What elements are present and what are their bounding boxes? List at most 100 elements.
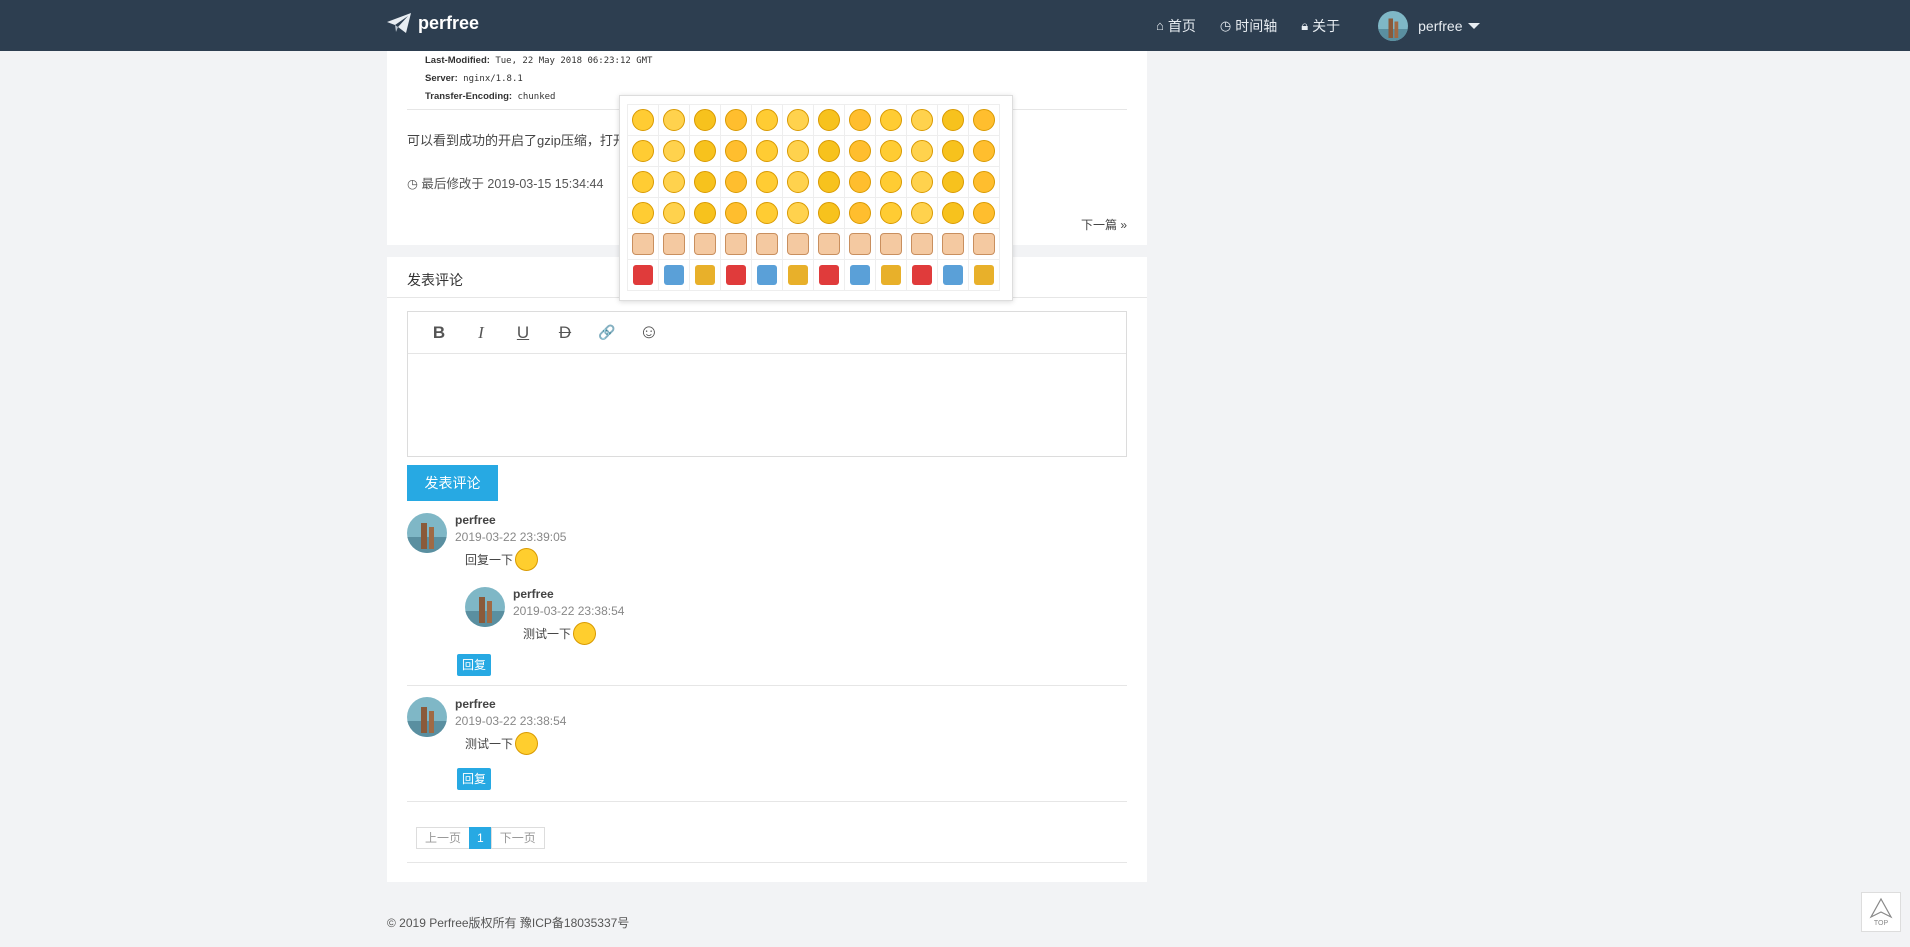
bold-button[interactable]: B [418, 323, 460, 343]
emoji-option[interactable] [659, 198, 690, 229]
emoji-option[interactable] [907, 229, 938, 260]
emoji-option[interactable] [876, 229, 907, 260]
emoji-option[interactable] [907, 167, 938, 198]
emoji-option[interactable] [690, 136, 721, 167]
strikethrough-button[interactable]: D [544, 323, 586, 343]
page-1-button[interactable]: 1 [469, 827, 492, 849]
emoji-option[interactable] [628, 105, 659, 136]
emoji-option[interactable] [907, 260, 938, 291]
emoji-option[interactable] [628, 260, 659, 291]
emoji-option[interactable] [969, 229, 1000, 260]
emoji-icon [912, 265, 932, 285]
underline-button[interactable]: U [502, 323, 544, 343]
emoji-button[interactable]: ☺ [628, 321, 670, 344]
nav-home[interactable]: ⌂ 首页 [1156, 16, 1196, 36]
emoji-option[interactable] [721, 229, 752, 260]
comment-author[interactable]: perfree [455, 513, 496, 527]
brand-logo[interactable]: perfree [386, 12, 479, 34]
emoji-option[interactable] [752, 136, 783, 167]
emoji-option[interactable] [876, 198, 907, 229]
emoji-option[interactable] [814, 198, 845, 229]
reply-button[interactable]: 回复 [457, 654, 491, 676]
emoji-option[interactable] [907, 105, 938, 136]
comment-author[interactable]: perfree [513, 587, 554, 601]
emoji-option[interactable] [659, 136, 690, 167]
emoji-option[interactable] [659, 105, 690, 136]
emoji-option[interactable] [845, 105, 876, 136]
emoji-option[interactable] [938, 229, 969, 260]
emoji-option[interactable] [752, 167, 783, 198]
emoji-option[interactable] [690, 260, 721, 291]
submit-comment-button[interactable]: 发表评论 [407, 465, 498, 501]
next-post-link[interactable]: 下一篇 » [1081, 216, 1127, 233]
emoji-option[interactable] [876, 105, 907, 136]
emoji-option[interactable] [938, 260, 969, 291]
emoji-option[interactable] [969, 198, 1000, 229]
emoji-option[interactable] [814, 260, 845, 291]
emoji-option[interactable] [628, 167, 659, 198]
emoji-option[interactable] [845, 136, 876, 167]
emoji-option[interactable] [690, 229, 721, 260]
emoji-option[interactable] [907, 198, 938, 229]
emoji-option[interactable] [659, 260, 690, 291]
prev-page-button[interactable]: 上一页 [416, 827, 471, 849]
emoji-option[interactable] [783, 260, 814, 291]
emoji-option[interactable] [721, 136, 752, 167]
emoji-option[interactable] [783, 229, 814, 260]
footer-copyright: © 2019 Perfree版权所有 豫ICP备18035337号 [387, 916, 630, 930]
link-button[interactable]: 🔗 [586, 324, 628, 341]
emoji-option[interactable] [845, 229, 876, 260]
emoji-option[interactable] [938, 136, 969, 167]
comment-author[interactable]: perfree [455, 697, 496, 711]
emoji-option[interactable] [690, 167, 721, 198]
emoji-option[interactable] [783, 167, 814, 198]
emoji-option[interactable] [938, 105, 969, 136]
italic-button[interactable]: I [460, 323, 502, 343]
nav-timeline[interactable]: ◷ 时间轴 [1220, 16, 1277, 36]
emoji-option[interactable] [845, 167, 876, 198]
emoji-icon [787, 233, 809, 255]
emoji-option[interactable] [814, 105, 845, 136]
emoji-option[interactable] [876, 167, 907, 198]
emoji-option[interactable] [783, 136, 814, 167]
emoji-option[interactable] [752, 260, 783, 291]
emoji-option[interactable] [628, 136, 659, 167]
emoji-option[interactable] [659, 167, 690, 198]
reply-button[interactable]: 回复 [457, 768, 491, 790]
emoji-option[interactable] [814, 229, 845, 260]
emoji-option[interactable] [845, 198, 876, 229]
emoji-option[interactable] [845, 260, 876, 291]
back-to-top-button[interactable]: TOP [1861, 892, 1901, 932]
emoji-option[interactable] [721, 167, 752, 198]
emoji-option[interactable] [907, 136, 938, 167]
comment-textarea[interactable] [408, 354, 1126, 456]
next-page-button[interactable]: 下一页 [490, 827, 545, 849]
emoji-option[interactable] [659, 229, 690, 260]
emoji-option[interactable] [969, 105, 1000, 136]
emoji-option[interactable] [814, 167, 845, 198]
emoji-option[interactable] [721, 198, 752, 229]
emoji-option[interactable] [876, 136, 907, 167]
emoji-icon [911, 171, 933, 193]
emoji-option[interactable] [752, 229, 783, 260]
emoji-option[interactable] [938, 167, 969, 198]
emoji-option[interactable] [721, 260, 752, 291]
emoji-option[interactable] [969, 260, 1000, 291]
emoji-option[interactable] [628, 198, 659, 229]
emoji-option[interactable] [721, 105, 752, 136]
user-menu[interactable]: perfree [1378, 10, 1481, 41]
emoji-option[interactable] [690, 105, 721, 136]
emoji-option[interactable] [969, 167, 1000, 198]
nav-about[interactable]: 🔒︎ 关于 [1301, 16, 1340, 36]
emoji-option[interactable] [814, 136, 845, 167]
emoji-option[interactable] [876, 260, 907, 291]
emoji-option[interactable] [783, 105, 814, 136]
emoji-option[interactable] [628, 229, 659, 260]
emoji-option[interactable] [783, 198, 814, 229]
emoji-option[interactable] [969, 136, 1000, 167]
user-name: perfree [1418, 17, 1463, 34]
emoji-option[interactable] [752, 105, 783, 136]
emoji-option[interactable] [752, 198, 783, 229]
emoji-option[interactable] [938, 198, 969, 229]
emoji-option[interactable] [690, 198, 721, 229]
